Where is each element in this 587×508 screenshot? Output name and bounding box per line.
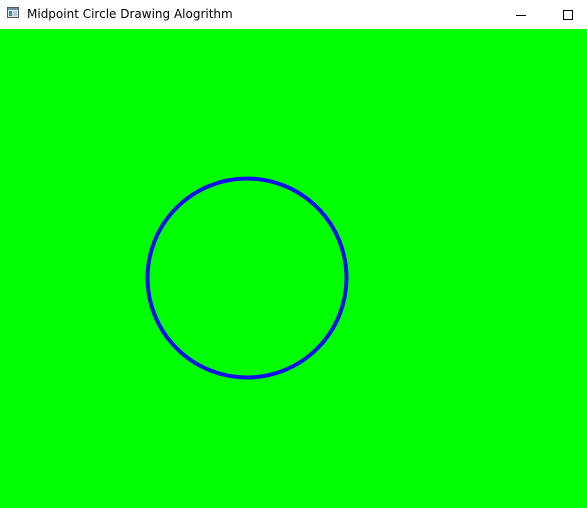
maximize-button[interactable] [545,0,587,29]
app-window: Midpoint Circle Drawing Alogrithm [0,0,587,508]
app-window-icon[interactable] [7,7,19,18]
drawing-canvas [0,29,587,508]
minimize-icon [516,14,526,16]
canvas-background [0,29,587,508]
window-title: Midpoint Circle Drawing Alogrithm [27,7,233,21]
minimize-button[interactable] [498,0,544,29]
title-bar[interactable]: Midpoint Circle Drawing Alogrithm [0,0,587,29]
maximize-icon [563,9,573,20]
